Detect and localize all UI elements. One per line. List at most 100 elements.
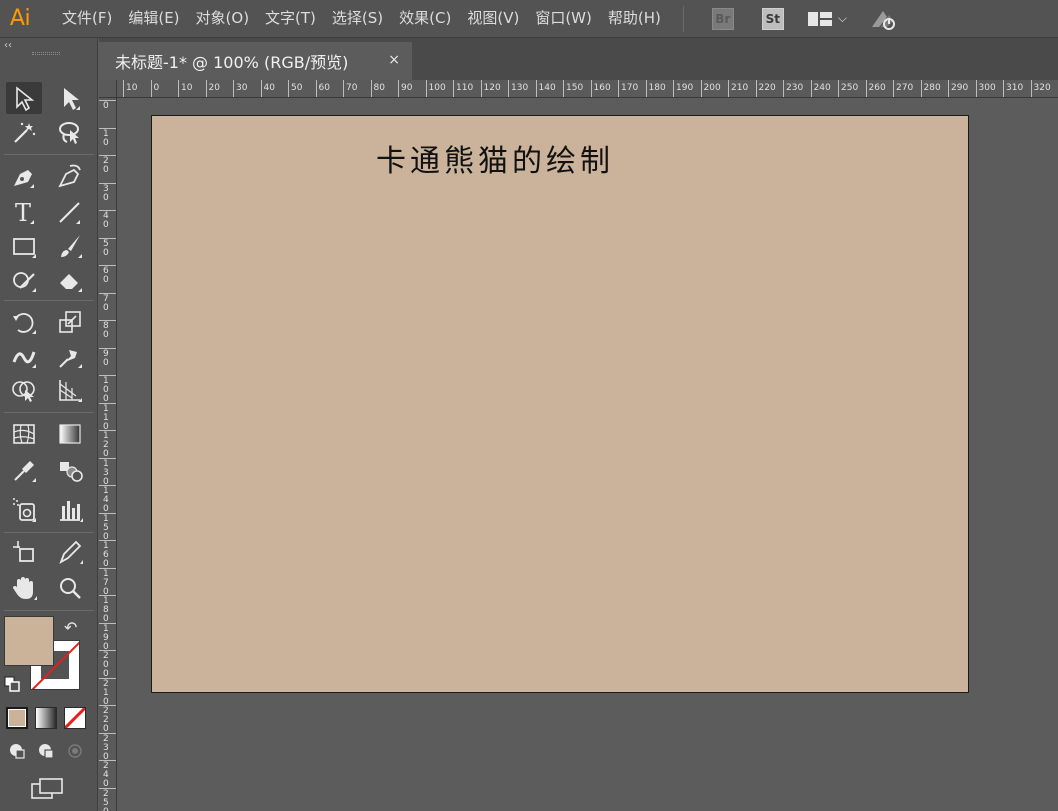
lasso-icon[interactable] bbox=[52, 116, 88, 148]
mesh-tool-icon[interactable] bbox=[6, 418, 42, 450]
vertical-ruler[interactable]: 0 10 20 30 40 50 60 70 80 90 100 110 120 130 140 150 160… bbox=[99, 98, 117, 811]
menu-select[interactable]: 选择(S) bbox=[324, 0, 391, 38]
document-tab[interactable]: 未标题-1* @ 100% (RGB/预览) × bbox=[99, 42, 412, 80]
width-tool-icon[interactable] bbox=[6, 340, 42, 372]
artboard-title-text[interactable]: 卡通熊猫的绘制 bbox=[376, 136, 614, 180]
ruler-tick-label: 70 bbox=[99, 292, 116, 321]
ruler-tick-label: 160 bbox=[590, 80, 611, 97]
ruler-tick-label: 210 bbox=[99, 677, 116, 706]
ruler-tick-label: 250 bbox=[99, 787, 116, 811]
ruler-tick-label: 10 bbox=[123, 80, 137, 97]
ruler-tick-label: 240 bbox=[99, 760, 116, 789]
eraser-icon[interactable] bbox=[52, 264, 88, 296]
none-mode-button[interactable] bbox=[64, 707, 86, 729]
workspace-switcher[interactable]: ⌵ bbox=[807, 11, 847, 26]
line-tool-icon[interactable] bbox=[52, 196, 88, 228]
puppet-warp-icon[interactable] bbox=[52, 340, 88, 372]
ruler-tick-label: 120 bbox=[99, 430, 116, 459]
menu-view[interactable]: 视图(V) bbox=[459, 0, 527, 38]
ruler-tick-label: 10 bbox=[99, 127, 116, 156]
ruler-tick-label: 40 bbox=[99, 210, 116, 238]
type-tool-icon[interactable]: T bbox=[6, 196, 42, 228]
menu-type[interactable]: 文字(T) bbox=[257, 0, 324, 38]
ruler-tick-label: 270 bbox=[893, 80, 913, 97]
draw-normal-icon[interactable] bbox=[6, 740, 28, 762]
ruler-tick-label: 10 bbox=[178, 80, 192, 97]
ruler-tick-label: 190 bbox=[673, 80, 693, 97]
artboard-tool-icon[interactable] bbox=[6, 536, 42, 568]
menu-file[interactable]: 文件(F) bbox=[54, 0, 120, 38]
shape-builder-icon[interactable] bbox=[6, 374, 42, 406]
close-icon[interactable]: × bbox=[388, 52, 400, 68]
gradient-tool-icon[interactable] bbox=[52, 418, 88, 450]
perspective-grid-icon[interactable] bbox=[52, 374, 88, 406]
ruler-tick-label: 20 bbox=[205, 80, 220, 97]
artboard[interactable]: 卡通熊猫的绘制 bbox=[151, 115, 969, 693]
ruler-tick-label: 200 bbox=[99, 650, 116, 679]
ruler-tick-label: 0 bbox=[150, 80, 159, 97]
ruler-tick-label: 20 bbox=[99, 155, 116, 183]
ruler-tick-label: 130 bbox=[508, 80, 528, 97]
color-mode-button[interactable] bbox=[6, 707, 28, 729]
hand-tool-icon[interactable] bbox=[6, 572, 42, 604]
pen-tool-icon[interactable] bbox=[6, 160, 42, 192]
ruler-tick-label: 100 bbox=[99, 375, 116, 404]
sync-icon[interactable] bbox=[869, 7, 897, 31]
default-fill-stroke-icon[interactable] bbox=[4, 676, 20, 692]
gradient-mode-button[interactable] bbox=[35, 707, 57, 729]
bridge-button[interactable]: Br bbox=[711, 7, 734, 30]
ruler-tick-label: 110 bbox=[99, 402, 116, 431]
magic-wand-icon[interactable] bbox=[6, 116, 42, 148]
ruler-tick-label: 50 bbox=[99, 237, 116, 266]
zoom-tool-icon[interactable] bbox=[52, 572, 88, 604]
ruler-tick-label: 280 bbox=[920, 80, 941, 97]
ruler-tick-label: 90 bbox=[398, 80, 412, 97]
swap-fill-stroke-icon[interactable]: ↶ bbox=[64, 618, 77, 637]
ruler-origin[interactable] bbox=[99, 80, 117, 98]
menu-window[interactable]: 窗口(W) bbox=[527, 0, 600, 38]
direct-selection-tool-icon[interactable] bbox=[52, 82, 88, 114]
menu-edit[interactable]: 编辑(E) bbox=[120, 0, 187, 38]
ruler-tick-label: 180 bbox=[99, 595, 116, 624]
ruler-tick-label: 200 bbox=[700, 80, 721, 97]
horizontal-ruler[interactable]: 10 0 10 20 30 40 50 60 70 80 90 100 110 120 130 140 150 1… bbox=[117, 80, 1058, 98]
symbol-sprayer-icon[interactable] bbox=[6, 494, 42, 526]
eyedropper-icon[interactable] bbox=[6, 454, 42, 486]
ruler-tick-label: 140 bbox=[99, 485, 116, 514]
menu-effect[interactable]: 效果(C) bbox=[391, 0, 459, 38]
fill-color-swatch[interactable] bbox=[4, 616, 54, 666]
panel-grip[interactable] bbox=[32, 52, 60, 55]
slice-tool-icon[interactable] bbox=[52, 536, 88, 568]
ruler-tick-label: 160 bbox=[99, 540, 116, 569]
ruler-tick-label: 310 bbox=[1003, 80, 1023, 97]
ruler-tick-label: 90 bbox=[99, 347, 116, 376]
collapse-icon[interactable]: ‹‹ bbox=[4, 40, 12, 51]
workspace-icon bbox=[807, 11, 832, 26]
rectangle-tool-icon[interactable] bbox=[6, 230, 42, 262]
ruler-tick-label: 80 bbox=[99, 320, 116, 348]
tools-panel-header: ‹‹ bbox=[0, 38, 97, 60]
canvas-area[interactable]: 卡通熊猫的绘制 bbox=[117, 98, 1058, 811]
draw-behind-icon[interactable] bbox=[35, 740, 57, 762]
stock-button[interactable]: St bbox=[761, 7, 784, 30]
menu-help[interactable]: 帮助(H) bbox=[600, 0, 669, 38]
ruler-tick-label: 130 bbox=[99, 457, 116, 486]
screen-mode-icon[interactable] bbox=[30, 776, 64, 804]
column-graph-icon[interactable] bbox=[52, 494, 88, 526]
ruler-tick-label: 180 bbox=[645, 80, 666, 97]
selection-tool-icon[interactable] bbox=[6, 82, 42, 114]
paintbrush-icon[interactable] bbox=[52, 230, 88, 262]
draw-inside-icon[interactable] bbox=[64, 740, 86, 762]
ruler-tick-label: 300 bbox=[975, 80, 996, 97]
scale-tool-icon[interactable] bbox=[52, 306, 88, 338]
rotate-tool-icon[interactable] bbox=[6, 306, 42, 338]
menu-bar: Ai 文件(F) 编辑(E) 对象(O) 文字(T) 选择(S) 效果(C) 视… bbox=[0, 0, 1058, 38]
ruler-tick-label: 230 bbox=[99, 732, 116, 761]
menu-object[interactable]: 对象(O) bbox=[188, 0, 258, 38]
blend-tool-icon[interactable] bbox=[52, 454, 88, 486]
ruler-tick-label: 210 bbox=[728, 80, 748, 97]
shaper-tool-icon[interactable] bbox=[6, 264, 42, 296]
app-logo: Ai bbox=[9, 6, 31, 31]
menu-separator bbox=[682, 5, 684, 32]
curvature-tool-icon[interactable] bbox=[52, 160, 88, 192]
